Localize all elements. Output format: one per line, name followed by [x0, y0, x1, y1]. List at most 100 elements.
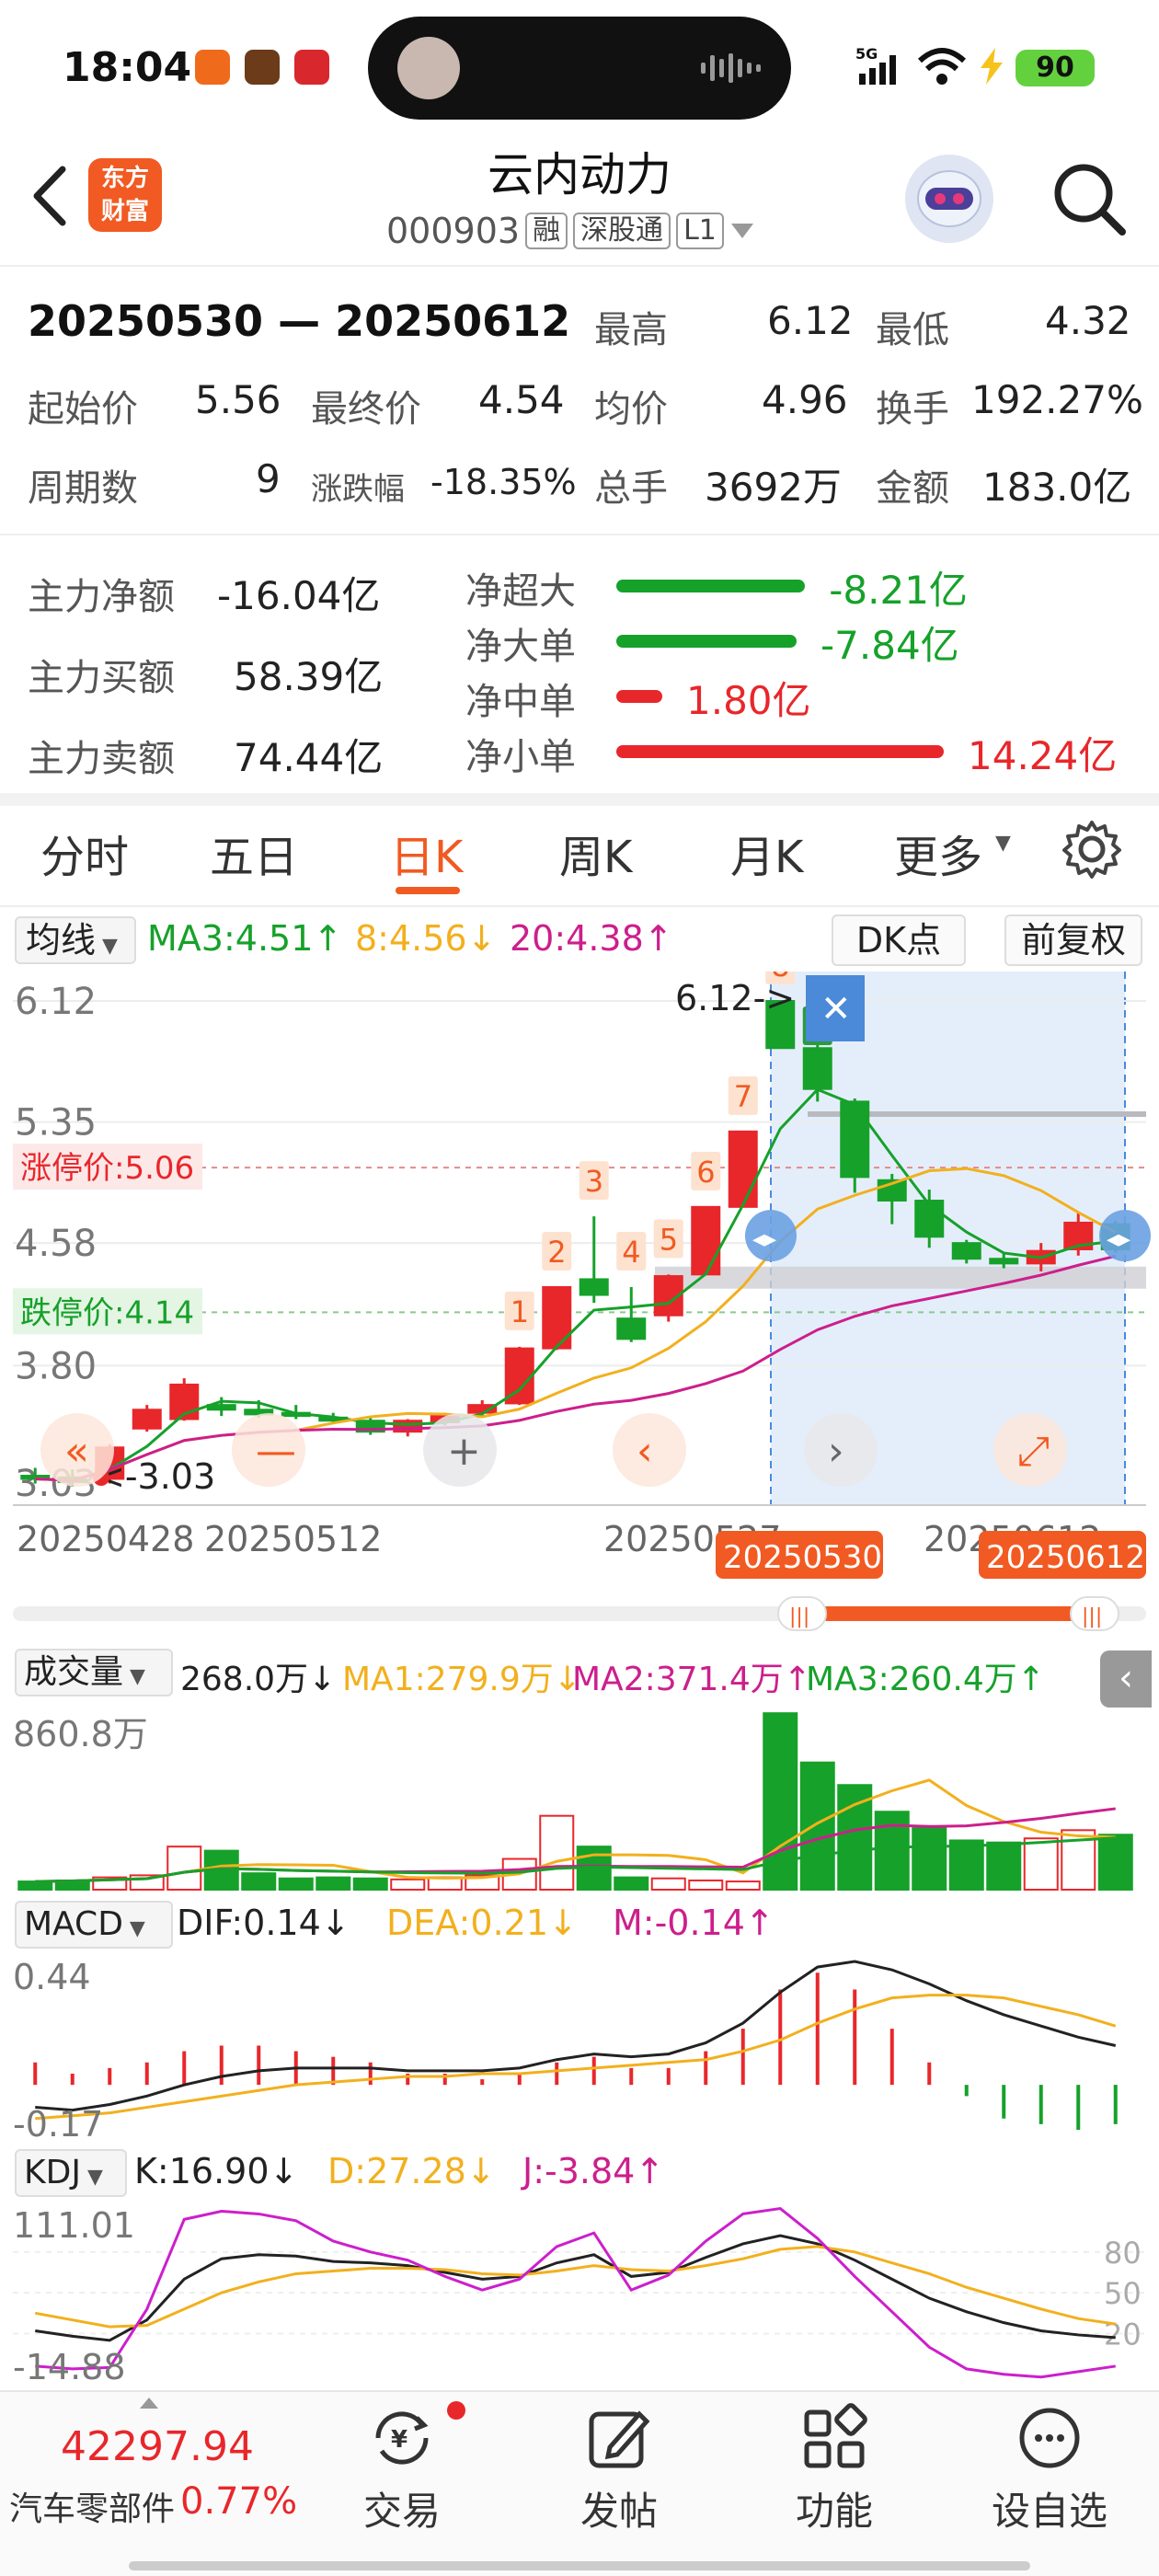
nav-functions-label: 功能 [795, 2489, 873, 2534]
dropdown-arrow-icon: ▼ [122, 1917, 145, 1940]
search-icon[interactable] [1049, 158, 1128, 237]
ma-selector[interactable]: 均线 ▼ [15, 916, 136, 964]
volume-bar[interactable] [986, 1841, 1022, 1891]
scroll-left-fast-icon: « [64, 1428, 89, 1475]
app-notification-icon [245, 50, 280, 85]
volume-chart[interactable]: 860.8万 [0, 1709, 1159, 1893]
scroll-right-icon: › [828, 1428, 844, 1475]
tab-1[interactable]: 五日 [210, 821, 298, 885]
tab-4[interactable]: 月K [730, 821, 803, 885]
logo-text: 财富 [100, 198, 149, 225]
high-label: 最高 [594, 309, 668, 351]
stock-code-row[interactable]: 000903 融 深股通 L1 [386, 210, 755, 252]
tab-5[interactable]: 更多 [894, 821, 982, 885]
index-value[interactable]: 42297.94 [61, 2423, 254, 2470]
volume-bar[interactable] [1097, 1834, 1133, 1892]
index-change[interactable]: 0.77% [180, 2480, 297, 2523]
volume-bar[interactable] [874, 1811, 910, 1891]
candle[interactable] [802, 1047, 832, 1090]
board-count-text: 6 [696, 1155, 715, 1190]
tab-3[interactable]: 周K [559, 821, 632, 885]
drag-arrows-icon: ◂▸ [1107, 1225, 1130, 1253]
app-logo[interactable]: 东方 财富 [88, 158, 162, 232]
candle[interactable] [840, 1100, 870, 1179]
volume-max-label: 860.8万 [13, 1714, 148, 1754]
volume-bar[interactable] [912, 1827, 947, 1891]
dropdown-arrow-icon: ▼ [123, 1665, 145, 1688]
volume-bar[interactable] [614, 1876, 649, 1891]
open-value: 5.56 [195, 377, 281, 422]
connect-tag: 深股通 [573, 213, 671, 249]
macd-plot-area [13, 1952, 1146, 2140]
candle[interactable] [132, 1409, 162, 1430]
app-notification-icon [195, 50, 230, 85]
candle[interactable] [616, 1317, 647, 1340]
volume-bar[interactable] [688, 1879, 724, 1892]
volume-bar[interactable] [1023, 1837, 1059, 1891]
main-buy-label: 主力买额 [28, 657, 175, 699]
change-label: 涨跌幅 [311, 471, 405, 508]
macd-selector[interactable]: MACD ▼ [15, 1901, 173, 1949]
volume-bar[interactable] [352, 1877, 388, 1892]
volume-bar[interactable] [948, 1839, 984, 1891]
assistant-robot-icon[interactable] [905, 155, 993, 243]
kdj-selector[interactable]: KDJ ▼ [15, 2149, 127, 2197]
timeline-selection[interactable] [802, 1606, 1095, 1621]
flow-bar-label: 净大单 [465, 626, 576, 668]
board-count-text: 7 [734, 1079, 752, 1114]
amount-label: 金额 [876, 467, 949, 510]
nav-add-watchlist[interactable]: 设自选 [981, 2401, 1119, 2536]
kdj-k: K:16.90↓ [134, 2151, 299, 2191]
nav-functions[interactable]: 功能 [765, 2401, 903, 2536]
kline-chart[interactable]: 6.125.354.583.803.03涨停价:5.06跌停价:4.14 1234… [0, 972, 1159, 1634]
price-axis-label: 3.80 [15, 1345, 97, 1387]
candle[interactable] [951, 1242, 981, 1260]
volume-bar[interactable] [725, 1880, 761, 1891]
flow-bar [616, 745, 944, 758]
signal-icon: 5G [855, 46, 896, 85]
volume-bar[interactable] [539, 1814, 575, 1891]
volume-bar[interactable] [316, 1876, 351, 1891]
settings-gear-icon[interactable] [1061, 819, 1122, 880]
collapse-panel-button[interactable]: ‹ [1100, 1650, 1152, 1708]
kdj-plot-area [13, 2201, 1146, 2388]
date-axis-label: 20250428 [17, 1519, 194, 1559]
stock-name[interactable]: 云内动力 [350, 138, 809, 204]
macd-dea: DEA:0.21↓ [386, 1903, 578, 1943]
svg-text:5G: 5G [855, 46, 878, 63]
nav-trade[interactable]: ¥ 交易 [333, 2401, 471, 2536]
adjust-button[interactable]: 前复权 [1004, 914, 1142, 966]
nav-post[interactable]: 发帖 [550, 2401, 688, 2536]
kdj-chart[interactable]: 805020111.01-14.88 [0, 2201, 1159, 2390]
macd-m: M:-0.14↑ [613, 1903, 775, 1943]
tab-2[interactable]: 日K [390, 821, 463, 885]
volume-bar[interactable] [166, 1846, 202, 1891]
functions-grid-icon [804, 2403, 867, 2468]
dk-point-button[interactable]: DK点 [832, 914, 966, 966]
flow-bar-value: 14.24亿 [968, 733, 1118, 778]
volume-bar[interactable] [17, 1880, 53, 1891]
volume-bar[interactable] [241, 1872, 277, 1891]
kdj-j: J:-3.84↑ [522, 2151, 665, 2191]
tab-0[interactable]: 分时 [40, 821, 129, 885]
volume-bar[interactable] [650, 1877, 686, 1892]
volume-selector[interactable]: 成交量 ▼ [15, 1649, 173, 1696]
candle[interactable] [728, 1130, 758, 1208]
index-name[interactable]: 汽车零部件 [9, 2482, 175, 2530]
battery-indicator: 90 [1016, 50, 1095, 86]
volume-bar[interactable] [278, 1877, 314, 1892]
macd-chart[interactable]: 0.44 -0.17 [0, 1952, 1159, 2142]
flow-bar-label: 净中单 [465, 681, 576, 723]
kdj-top-label: 111.01 [13, 2205, 135, 2246]
flow-bar-value: 1.80亿 [686, 678, 811, 723]
range-period: 20250530 — 20250612 [28, 296, 571, 346]
volume-bar[interactable] [799, 1761, 835, 1891]
candle[interactable] [989, 1258, 1019, 1265]
candle[interactable] [691, 1205, 721, 1276]
range-date-text: 20250612 [986, 1539, 1145, 1576]
macd-dif: DIF:0.14↓ [177, 1903, 350, 1943]
trade-icon: ¥ [375, 2411, 429, 2465]
candle[interactable] [579, 1278, 609, 1296]
volume-bar[interactable] [390, 1878, 426, 1891]
back-icon[interactable] [28, 164, 74, 228]
